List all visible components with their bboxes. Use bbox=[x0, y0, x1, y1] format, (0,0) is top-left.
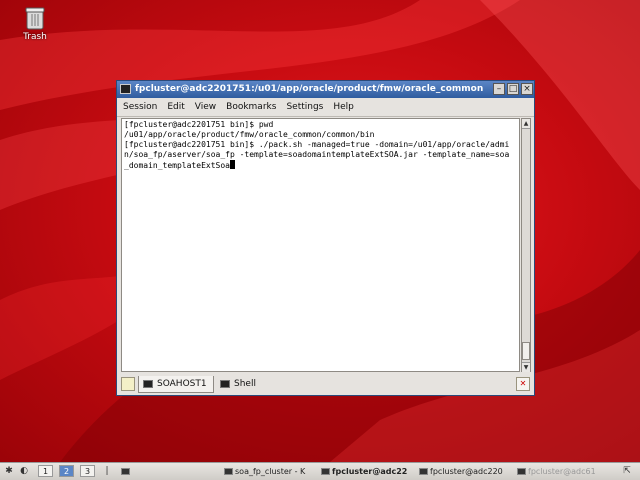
terminal-output[interactable]: [fpcluster@adc2201751 bin]$ pwd /u01/app… bbox=[121, 118, 520, 372]
konsole-window: fpcluster@adc2201751:/u01/app/oracle/pro… bbox=[116, 80, 535, 396]
tab-soahost1[interactable]: SOAHOST1 bbox=[138, 376, 214, 393]
menu-help[interactable]: Help bbox=[328, 98, 359, 116]
terminal-line: [fpcluster@adc2201751 bin]$ pwd bbox=[124, 120, 274, 129]
new-tab-icon[interactable] bbox=[121, 377, 135, 391]
workspace-1[interactable]: 1 bbox=[38, 465, 53, 477]
tab-bar: SOAHOST1 Shell ✕ bbox=[117, 375, 534, 395]
close-button[interactable]: × bbox=[521, 83, 533, 95]
close-tab-icon[interactable]: ✕ bbox=[516, 377, 530, 391]
menu-settings[interactable]: Settings bbox=[281, 98, 328, 116]
taskbar: ✱ ◐ 1 2 3 | soa_fp_cluster - K fpcluster… bbox=[0, 462, 640, 480]
terminal-app-icon[interactable] bbox=[120, 84, 131, 94]
maximize-button[interactable]: □ bbox=[507, 83, 519, 95]
scroll-up-arrow-icon[interactable]: ▲ bbox=[522, 119, 530, 129]
terminal-icon bbox=[143, 380, 153, 388]
workspace-3[interactable]: 3 bbox=[80, 465, 95, 477]
folder-icon bbox=[224, 468, 233, 475]
menu-session[interactable]: Session bbox=[117, 98, 162, 116]
terminal-line: [fpcluster@adc2201751 bin]$ ./pack.sh -m… bbox=[124, 140, 510, 149]
trash-label: Trash bbox=[23, 32, 47, 42]
menu-view[interactable]: View bbox=[190, 98, 221, 116]
window-titlebar[interactable]: fpcluster@adc2201751:/u01/app/oracle/pro… bbox=[117, 81, 534, 98]
terminal-line: /u01/app/oracle/product/fmw/oracle_commo… bbox=[124, 130, 375, 139]
menu-bookmarks[interactable]: Bookmarks bbox=[221, 98, 281, 116]
taskbar-arrow-icon[interactable]: ⇱ bbox=[620, 465, 634, 478]
trash-desktop-icon[interactable]: Trash bbox=[14, 6, 56, 42]
task-label: fpcluster@adc61 bbox=[528, 467, 596, 476]
menu-bar: Session Edit View Bookmarks Settings Help bbox=[117, 98, 534, 117]
terminal-scrollbar[interactable]: ▲ ▼ bbox=[521, 118, 531, 372]
minimize-button[interactable]: – bbox=[493, 83, 505, 95]
task-label: fpcluster@adc22 bbox=[332, 467, 408, 476]
task-fpcluster-2[interactable]: fpcluster@adc220 bbox=[418, 464, 514, 479]
text-cursor bbox=[229, 160, 235, 169]
window-icon bbox=[121, 468, 130, 475]
terminal-input-line: _domain_templateExtSoa bbox=[124, 160, 517, 171]
task-label: fpcluster@adc220 bbox=[430, 467, 503, 476]
terminal-line: n/soa_fp/aserver/soa_fp -template=soadom… bbox=[124, 150, 510, 159]
taskbar-separator-icon: | bbox=[105, 466, 109, 476]
terminal-icon bbox=[517, 468, 526, 475]
task-fpcluster-active[interactable]: fpcluster@adc22 bbox=[320, 464, 416, 479]
terminal-icon bbox=[419, 468, 428, 475]
task-soa-fp-cluster[interactable]: soa_fp_cluster - K bbox=[223, 464, 318, 479]
task-fpcluster-3[interactable]: fpcluster@adc61 bbox=[516, 464, 612, 479]
tab-shell[interactable]: Shell bbox=[216, 376, 262, 393]
terminal-icon bbox=[220, 380, 230, 388]
scrollbar-thumb[interactable] bbox=[522, 342, 530, 360]
tab-label: Shell bbox=[234, 379, 256, 389]
menu-edit[interactable]: Edit bbox=[162, 98, 189, 116]
show-desktop-icon[interactable]: ◐ bbox=[17, 465, 31, 478]
window-title: fpcluster@adc2201751:/u01/app/oracle/pro… bbox=[135, 84, 484, 94]
tab-label: SOAHOST1 bbox=[157, 379, 207, 389]
terminal-icon bbox=[321, 468, 330, 475]
task-placeholder[interactable] bbox=[120, 464, 220, 479]
trash-icon bbox=[24, 6, 46, 30]
kde-menu-icon[interactable]: ✱ bbox=[2, 465, 16, 478]
workspace-2[interactable]: 2 bbox=[59, 465, 74, 477]
scroll-down-arrow-icon[interactable]: ▼ bbox=[522, 362, 530, 372]
task-label: soa_fp_cluster - K bbox=[235, 467, 306, 476]
terminal-line: _domain_templateExtSoa bbox=[124, 161, 230, 170]
